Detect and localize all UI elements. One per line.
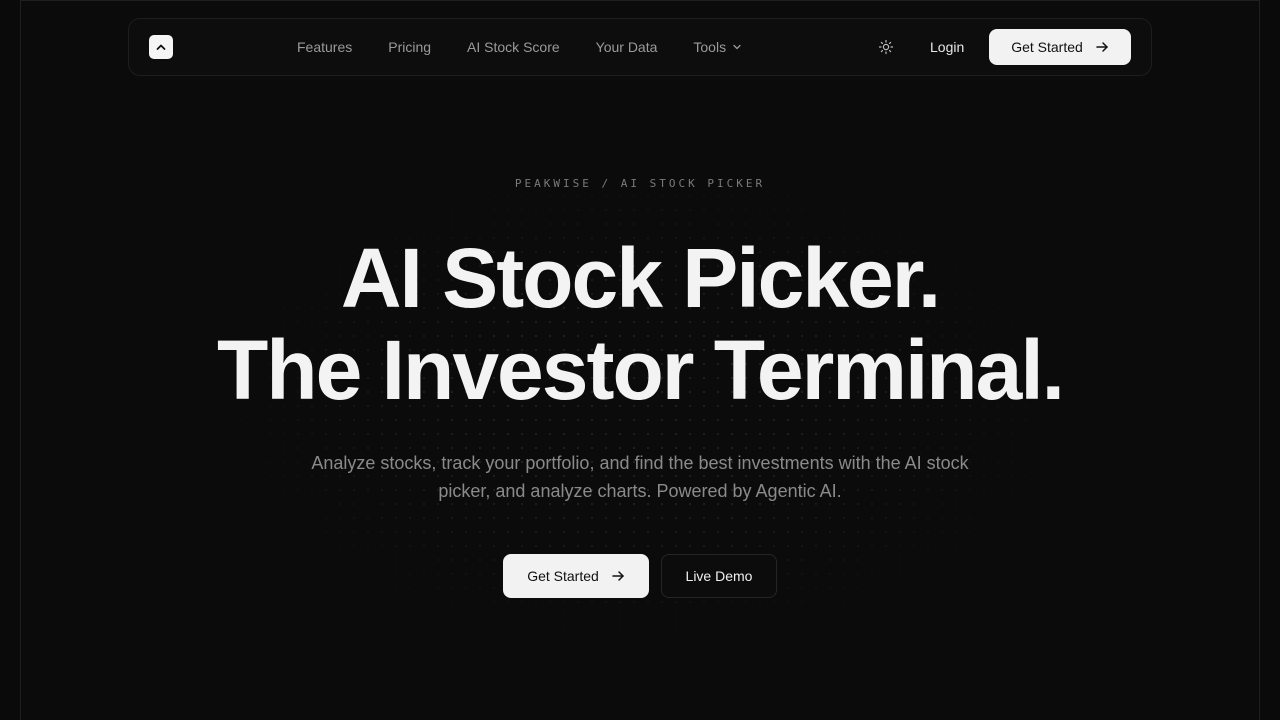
get-started-button-nav[interactable]: Get Started bbox=[989, 29, 1131, 65]
hero-subtitle: Analyze stocks, track your portfolio, an… bbox=[311, 453, 969, 501]
nav-link-ai-stock-score[interactable]: AI Stock Score bbox=[467, 39, 560, 55]
nav-links: Features Pricing AI Stock Score Your Dat… bbox=[297, 19, 778, 75]
login-link[interactable]: Login bbox=[930, 19, 964, 75]
nav-link-label: Tools bbox=[693, 39, 727, 55]
sun-icon bbox=[878, 39, 894, 55]
nav-link-features[interactable]: Features bbox=[297, 39, 352, 55]
button-label: Live Demo bbox=[685, 568, 753, 584]
get-started-button-hero[interactable]: Get Started bbox=[503, 554, 649, 598]
nav-link-pricing[interactable]: Pricing bbox=[388, 39, 431, 55]
hero-eyebrow: PEAKWISE / AI STOCK PICKER bbox=[514, 177, 766, 190]
chevron-down-icon bbox=[732, 42, 742, 52]
button-label: Get Started bbox=[1011, 39, 1083, 55]
nav-link-label: Pricing bbox=[388, 39, 432, 55]
hero-headline-line-1: AI Stock Picker. bbox=[340, 231, 941, 325]
nav-link-label: Features bbox=[297, 39, 353, 55]
arrow-right-icon bbox=[1095, 40, 1109, 54]
arrow-right-icon bbox=[611, 569, 625, 583]
live-demo-button[interactable]: Live Demo bbox=[661, 554, 777, 598]
button-label: Get Started bbox=[527, 568, 599, 584]
nav-link-label: Your Data bbox=[595, 39, 658, 55]
hero-headline: AI Stock Picker. The Investor Terminal. bbox=[0, 232, 1280, 416]
chevron-up-icon bbox=[155, 41, 167, 53]
nav-link-label: AI Stock Score bbox=[467, 39, 560, 55]
theme-toggle-button[interactable] bbox=[877, 38, 895, 56]
nav-link-your-data[interactable]: Your Data bbox=[596, 39, 658, 55]
hero-headline-line-2: The Investor Terminal. bbox=[217, 323, 1065, 417]
navbar: Features Pricing AI Stock Score Your Dat… bbox=[128, 18, 1152, 76]
nav-link-tools[interactable]: Tools bbox=[693, 39, 742, 55]
logo[interactable] bbox=[149, 35, 173, 59]
